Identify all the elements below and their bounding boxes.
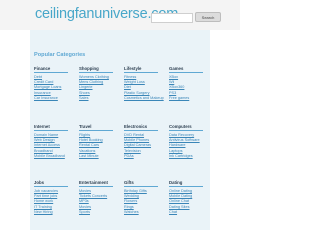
category-block: Dating Online Dating Mobile Dating Onlin… (169, 180, 209, 216)
category-title: Electronics (124, 124, 158, 131)
category-title: Computers (169, 124, 203, 131)
category-link[interactable]: Mobile Broadband (34, 154, 74, 159)
category-link[interactable]: Sports (79, 210, 119, 215)
header-bar: ceilingfanuniverse.com Search (0, 0, 240, 30)
search-input[interactable] (151, 13, 193, 23)
category-link[interactable]: Sales (79, 96, 119, 101)
category-title: Jobs (34, 180, 68, 187)
category-title: Finance (34, 66, 68, 73)
category-block: Finance Debt Credit Card Mortgage Loans … (34, 66, 74, 102)
category-block: Entertainment Movies Tickets Concerts MP… (79, 180, 119, 216)
category-link[interactable]: PDAs (124, 154, 164, 159)
category-link[interactable]: Free games (169, 96, 209, 101)
category-block: Electronics DVD Rental Mobile Phones Dig… (124, 124, 164, 160)
category-block: Travel Flights Hotel Booking Rental Cars… (79, 124, 119, 160)
category-link[interactable]: Car Insurance (34, 96, 74, 101)
category-link[interactable]: New Hiring (34, 210, 74, 215)
category-title: Lifestyle (124, 66, 158, 73)
category-block: Internet Domain Name Web Design Internet… (34, 124, 74, 160)
category-block: Jobs Job vacancies Part time jobs Home w… (34, 180, 74, 216)
category-block: Games XBox Wii XBox360 PS3 Free games (169, 66, 209, 102)
category-block: Shopping Womens Clothing Mens Clothing L… (79, 66, 119, 102)
search-button[interactable]: Search (195, 12, 221, 22)
category-title: Dating (169, 180, 203, 187)
category-title: Travel (79, 124, 113, 131)
category-title: Internet (34, 124, 68, 131)
main-content: Popular Categories Finance Debt Credit C… (30, 30, 210, 230)
category-link[interactable]: Last Minute (79, 154, 119, 159)
category-block: Gifts Birthday Gifts Wedding Flowers Rin… (124, 180, 164, 216)
category-link[interactable]: Watches (124, 210, 164, 215)
category-title: Gifts (124, 180, 158, 187)
section-title: Popular Categories (34, 52, 86, 58)
category-title: Games (169, 66, 203, 73)
category-link[interactable]: Chat (169, 210, 209, 215)
category-title: Shopping (79, 66, 113, 73)
category-block: Lifestyle Fitness Weight Loss Diet Plast… (124, 66, 164, 102)
category-link[interactable]: Cosmetics and Makeup (124, 96, 164, 101)
category-link[interactable]: Ink Cartridges (169, 154, 209, 159)
category-title: Entertainment (79, 180, 113, 187)
category-block: Computers Data Recovery Antivirus Softwa… (169, 124, 209, 160)
